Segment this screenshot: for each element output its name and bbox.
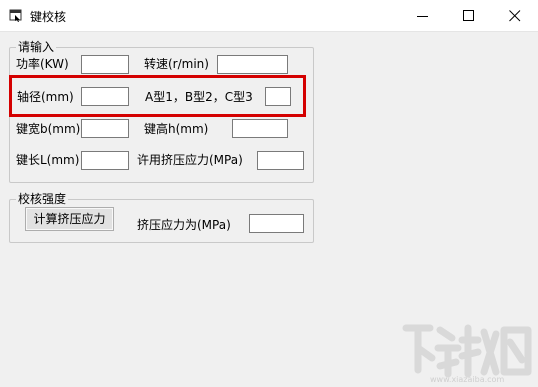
input-group-legend: 请输入: [16, 40, 57, 54]
close-button[interactable]: [492, 0, 538, 31]
result-output: [249, 214, 304, 233]
allowable-stress-label: 许用挤压应力(MPa): [137, 153, 243, 167]
close-icon: [509, 10, 521, 22]
key-width-label: 键宽b(mm): [16, 122, 81, 136]
power-label: 功率(KW): [16, 57, 69, 71]
power-input[interactable]: [81, 55, 129, 74]
highlight-box: [9, 75, 306, 117]
speed-label: 转速(r/min): [144, 57, 209, 71]
title-bar: 键校核: [0, 0, 538, 32]
key-length-label: 键长L(mm): [16, 153, 80, 167]
window-title: 键校核: [30, 10, 67, 24]
calculate-stress-button[interactable]: 计算挤压应力: [25, 207, 114, 231]
watermark-logo: www.xiazaiba.com: [400, 318, 535, 384]
allowable-stress-input[interactable]: [257, 151, 304, 170]
minimize-icon: [417, 16, 428, 17]
speed-input[interactable]: [217, 55, 288, 74]
key-height-label: 键高h(mm): [144, 122, 209, 136]
svg-text:www.xiazaiba.com: www.xiazaiba.com: [430, 375, 504, 384]
maximize-icon: [463, 10, 474, 21]
result-label: 挤压应力为(MPa): [137, 218, 231, 232]
maximize-button[interactable]: [446, 0, 492, 31]
app-window-icon: [9, 8, 23, 22]
key-width-input[interactable]: [81, 119, 129, 138]
minimize-button[interactable]: [400, 0, 446, 31]
check-group-legend: 校核强度: [16, 192, 69, 206]
key-height-input[interactable]: [232, 119, 288, 138]
key-length-input[interactable]: [81, 151, 129, 170]
